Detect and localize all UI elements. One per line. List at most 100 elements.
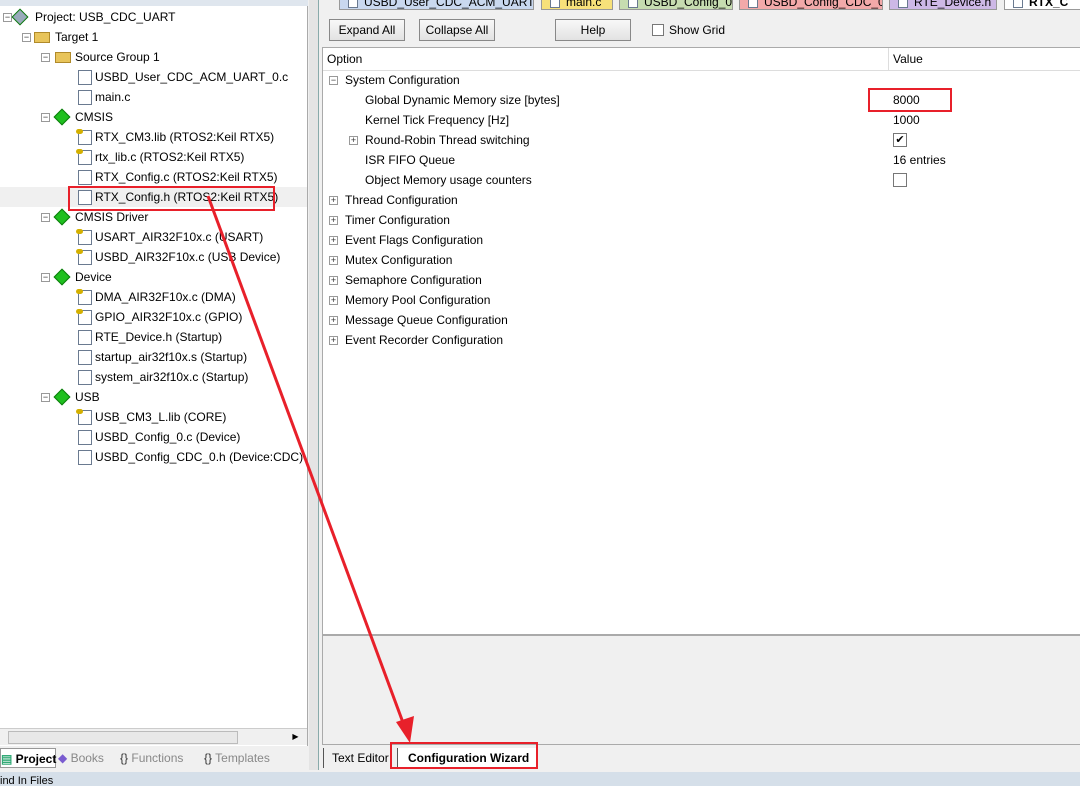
component-icon — [53, 208, 71, 226]
collapse-toggle-icon[interactable]: − — [41, 113, 50, 122]
config-checkbox[interactable] — [893, 173, 907, 187]
key-icon — [76, 129, 83, 134]
file-icon — [1013, 0, 1023, 8]
tree-item[interactable]: main.c — [0, 87, 307, 107]
locked-file-icon — [76, 229, 92, 245]
file-icon — [78, 370, 92, 385]
tree-item[interactable]: USBD_User_CDC_ACM_UART_0.c — [0, 67, 307, 87]
locked-file-icon — [76, 309, 92, 325]
config-checkbox[interactable]: ✔ — [893, 133, 907, 147]
tree-item-label: USBD_Config_CDC_0.h (Device:CDC) — [95, 450, 304, 464]
config-row[interactable]: + Mutex Configuration — [323, 250, 1080, 270]
collapse-toggle-icon[interactable]: − — [41, 213, 50, 222]
config-option-label: System Configuration — [345, 73, 460, 87]
tree-item[interactable]: − Target 1 — [0, 27, 307, 47]
expand-icon[interactable]: + — [349, 136, 358, 145]
expand-icon[interactable]: + — [329, 316, 338, 325]
expand-icon[interactable]: + — [329, 336, 338, 345]
tree-item[interactable]: RTE_Device.h (Startup) — [0, 327, 307, 347]
tree-item[interactable]: USART_AIR32F10x.c (USART) — [0, 227, 307, 247]
config-option-label: Memory Pool Configuration — [345, 293, 491, 307]
tree-item[interactable]: startup_air32f10x.s (Startup) — [0, 347, 307, 367]
expand-all-button[interactable]: Expand All — [329, 19, 405, 41]
collapse-toggle-icon[interactable]: − — [41, 273, 50, 282]
config-value[interactable]: 16 entries — [893, 150, 946, 170]
file-tab[interactable]: RTE_Device.h — [889, 0, 997, 10]
tree-item[interactable]: USBD_Config_0.c (Device) — [0, 427, 307, 447]
expand-icon[interactable]: + — [329, 256, 338, 265]
file-tab[interactable]: USBD_Config_0.c — [619, 0, 733, 10]
horizontal-scrollbar[interactable]: ▶ — [0, 728, 307, 745]
config-option-label: Timer Configuration — [345, 213, 450, 227]
tab-configuration-wizard[interactable]: Configuration Wizard — [397, 748, 539, 768]
config-row[interactable]: + Semaphore Configuration — [323, 270, 1080, 290]
file-icon — [348, 0, 358, 8]
expand-icon[interactable]: + — [329, 276, 338, 285]
collapse-toggle-icon[interactable]: − — [41, 53, 50, 62]
tree-item-label: system_air32f10x.c (Startup) — [95, 370, 249, 384]
expand-icon[interactable]: + — [329, 216, 338, 225]
config-option-label: Thread Configuration — [345, 193, 458, 207]
key-icon — [76, 229, 83, 234]
tree-item[interactable]: USBD_Config_CDC_0.h (Device:CDC) — [0, 447, 307, 467]
config-row[interactable]: ISR FIFO Queue 16 entries — [323, 150, 1080, 170]
expand-icon[interactable]: + — [329, 236, 338, 245]
show-grid-label: Show Grid — [669, 23, 726, 37]
config-row[interactable]: + Message Queue Configuration — [323, 310, 1080, 330]
tab-text-editor[interactable]: Text Editor — [323, 748, 395, 768]
tree-item[interactable]: − Project: USB_CDC_UART — [0, 7, 307, 27]
config-value[interactable]: 8000 — [893, 90, 920, 110]
tree-item[interactable]: system_air32f10x.c (Startup) — [0, 367, 307, 387]
expand-icon[interactable]: + — [329, 196, 338, 205]
tree-item[interactable]: RTX_Config.h (RTOS2:Keil RTX5) — [0, 187, 307, 207]
tree-item[interactable]: DMA_AIR32F10x.c (DMA) — [0, 287, 307, 307]
file-tab[interactable]: USBD_User_CDC_ACM_UART_0.c — [339, 0, 534, 10]
config-row[interactable]: + Event Recorder Configuration — [323, 330, 1080, 350]
config-option-label: Event Recorder Configuration — [345, 333, 504, 347]
collapse-icon[interactable]: − — [329, 76, 338, 85]
config-row[interactable]: Kernel Tick Frequency [Hz] 1000 — [323, 110, 1080, 130]
show-grid-checkbox[interactable] — [652, 24, 664, 36]
key-icon — [76, 249, 83, 254]
config-row[interactable]: + Timer Configuration — [323, 210, 1080, 230]
tree-item[interactable]: − Source Group 1 — [0, 47, 307, 67]
config-row[interactable]: + Thread Configuration — [323, 190, 1080, 210]
tree-item[interactable]: GPIO_AIR32F10x.c (GPIO) — [0, 307, 307, 327]
locked-file-icon — [76, 129, 92, 145]
tab-templates[interactable]: {} Templates — [204, 748, 284, 768]
config-value[interactable]: 1000 — [893, 110, 920, 130]
panel-splitter[interactable] — [309, 0, 318, 770]
collapse-toggle-icon[interactable]: − — [3, 13, 12, 22]
tab-project[interactable]: ▤ Project — [0, 748, 56, 768]
config-row[interactable]: + Memory Pool Configuration — [323, 290, 1080, 310]
file-tab[interactable]: RTX_C — [1004, 0, 1080, 10]
column-header-value[interactable]: Value — [889, 48, 1080, 71]
tree-item-label: USBD_AIR32F10x.c (USB Device) — [95, 250, 281, 264]
tree-item[interactable]: USBD_AIR32F10x.c (USB Device) — [0, 247, 307, 267]
collapse-all-button[interactable]: Collapse All — [419, 19, 495, 41]
tree-item[interactable]: RTX_Config.c (RTOS2:Keil RTX5) — [0, 167, 307, 187]
tree-item[interactable]: − Device — [0, 267, 307, 287]
tab-functions[interactable]: {} Functions — [120, 748, 202, 768]
tree-item[interactable]: USB_CM3_L.lib (CORE) — [0, 407, 307, 427]
file-tab[interactable]: USBD_Config_CDC_0.h — [739, 0, 883, 10]
config-row[interactable]: Object Memory usage counters — [323, 170, 1080, 190]
config-row[interactable]: Global Dynamic Memory size [bytes] 8000 — [323, 90, 1080, 110]
tab-books[interactable]: ◆ Books — [58, 748, 118, 768]
collapse-toggle-icon[interactable]: − — [41, 393, 50, 402]
collapse-toggle-icon[interactable]: − — [22, 33, 31, 42]
config-row[interactable]: − System Configuration — [323, 70, 1080, 90]
tree-item[interactable]: − CMSIS Driver — [0, 207, 307, 227]
scroll-thumb[interactable] — [8, 731, 238, 744]
config-row[interactable]: + Event Flags Configuration — [323, 230, 1080, 250]
column-header-option[interactable]: Option — [323, 48, 889, 71]
tree-item[interactable]: rtx_lib.c (RTOS2:Keil RTX5) — [0, 147, 307, 167]
scroll-right-arrow[interactable]: ▶ — [288, 730, 303, 744]
tree-item[interactable]: − CMSIS — [0, 107, 307, 127]
help-button[interactable]: Help — [555, 19, 631, 41]
config-row[interactable]: + Round-Robin Thread switching ✔ — [323, 130, 1080, 150]
tree-item[interactable]: RTX_CM3.lib (RTOS2:Keil RTX5) — [0, 127, 307, 147]
file-tab[interactable]: main.c — [541, 0, 613, 10]
tree-item[interactable]: − USB — [0, 387, 307, 407]
expand-icon[interactable]: + — [329, 296, 338, 305]
